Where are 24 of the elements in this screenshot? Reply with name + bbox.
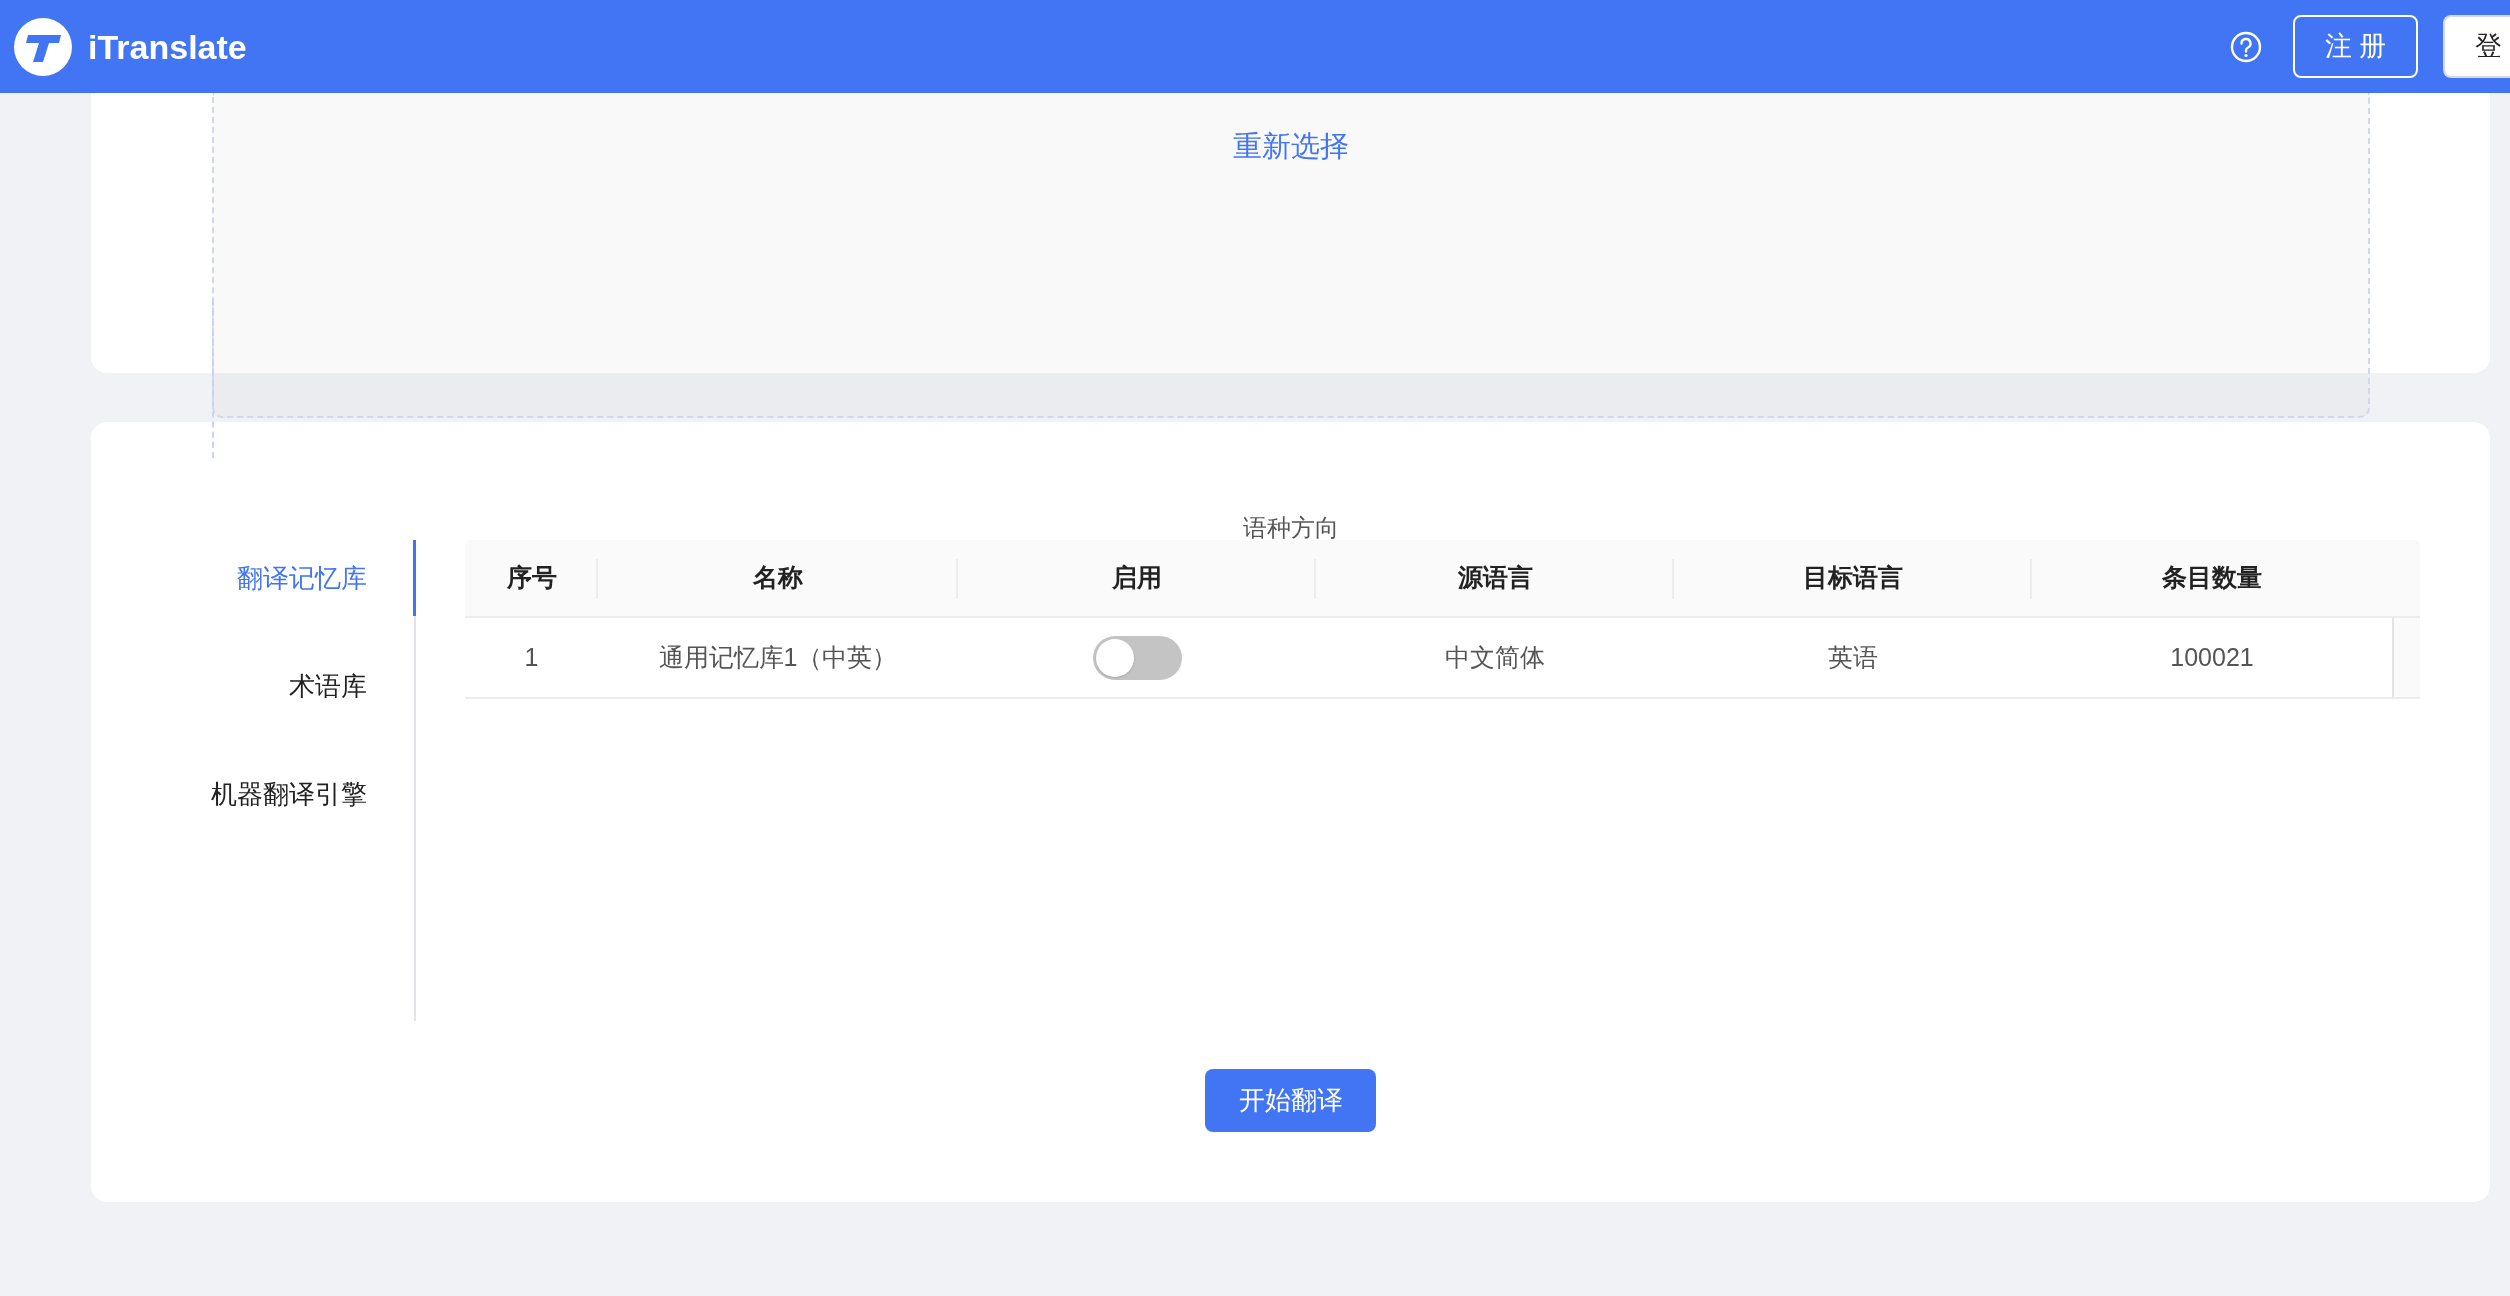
table-cell-text: 通用记忆库1（中英） <box>658 641 898 673</box>
table-cell-text: 中文简体 <box>1445 641 1545 673</box>
login-button[interactable]: 登 <box>2443 15 2510 78</box>
column-header: 名称 <box>753 562 803 594</box>
column-header: 启用 <box>1112 562 1162 594</box>
toggle-switch[interactable] <box>1092 635 1182 680</box>
section-caption: 语种方向 <box>1242 516 1339 540</box>
column-header: 源语言 <box>1457 562 1533 594</box>
sidebar-tab[interactable]: 机器翻译引擎 <box>211 756 416 832</box>
sidebar-tab[interactable]: 翻译记忆库 <box>237 540 416 616</box>
logo-icon <box>14 17 72 76</box>
start-translation-button[interactable]: 开始翻译 <box>1205 1069 1376 1132</box>
column-header: 目标语言 <box>1803 562 1903 594</box>
table-cell-text: 1 <box>524 641 539 673</box>
table-cell-text: 英语 <box>1828 641 1878 673</box>
upload-drop-area[interactable]: 重新选择 <box>212 93 2370 418</box>
column-header: 序号 <box>506 562 557 594</box>
register-button[interactable]: 注 册 <box>2293 15 2418 78</box>
column-header: 条目数量 <box>2162 562 2262 594</box>
sidebar-tab[interactable]: 术语库 <box>289 648 416 724</box>
reselect-link[interactable]: 重新选择 <box>1233 132 1349 161</box>
help-icon[interactable] <box>2230 30 2262 63</box>
app-title: iTranslate <box>88 29 247 64</box>
table-cell-text: 100021 <box>2170 641 2254 673</box>
